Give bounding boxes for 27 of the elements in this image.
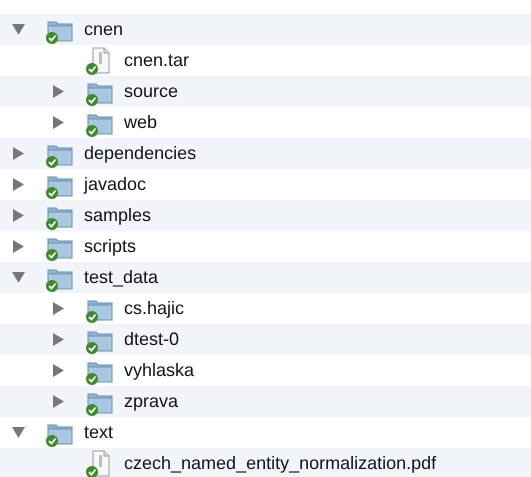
expand-triangle-icon[interactable] (52, 85, 65, 98)
folder-name[interactable]: dtest-0 (124, 326, 180, 353)
folder-name[interactable]: test_data (84, 264, 158, 291)
expand-triangle-icon[interactable] (52, 116, 65, 129)
folder-name[interactable]: vyhlaska (124, 357, 194, 384)
folder-name[interactable]: source (124, 78, 178, 105)
folder-name[interactable]: javadoc (84, 171, 146, 198)
file-name[interactable]: cnen.tar (124, 47, 190, 74)
expand-triangle-icon[interactable] (12, 178, 25, 191)
folder-name[interactable]: cnen (84, 16, 124, 43)
collapse-triangle-icon[interactable] (12, 271, 25, 284)
expand-triangle-icon[interactable] (52, 333, 65, 346)
folder-name[interactable]: zprava (124, 388, 178, 415)
expand-triangle-icon[interactable] (52, 364, 65, 377)
expand-triangle-icon[interactable] (52, 395, 65, 408)
expand-triangle-icon[interactable] (12, 240, 25, 253)
expand-triangle-icon[interactable] (12, 147, 25, 160)
folder-name[interactable]: dependencies (84, 140, 196, 167)
folder-name[interactable]: samples (84, 202, 152, 229)
collapse-triangle-icon[interactable] (12, 426, 25, 439)
folder-name[interactable]: web (124, 109, 158, 136)
folder-name[interactable]: cs.hajic (124, 295, 184, 322)
folder-name[interactable]: text (84, 419, 114, 446)
expand-triangle-icon[interactable] (12, 209, 25, 222)
folder-name[interactable]: scripts (84, 233, 136, 260)
collapse-triangle-icon[interactable] (12, 23, 25, 36)
expand-triangle-icon[interactable] (52, 302, 65, 315)
